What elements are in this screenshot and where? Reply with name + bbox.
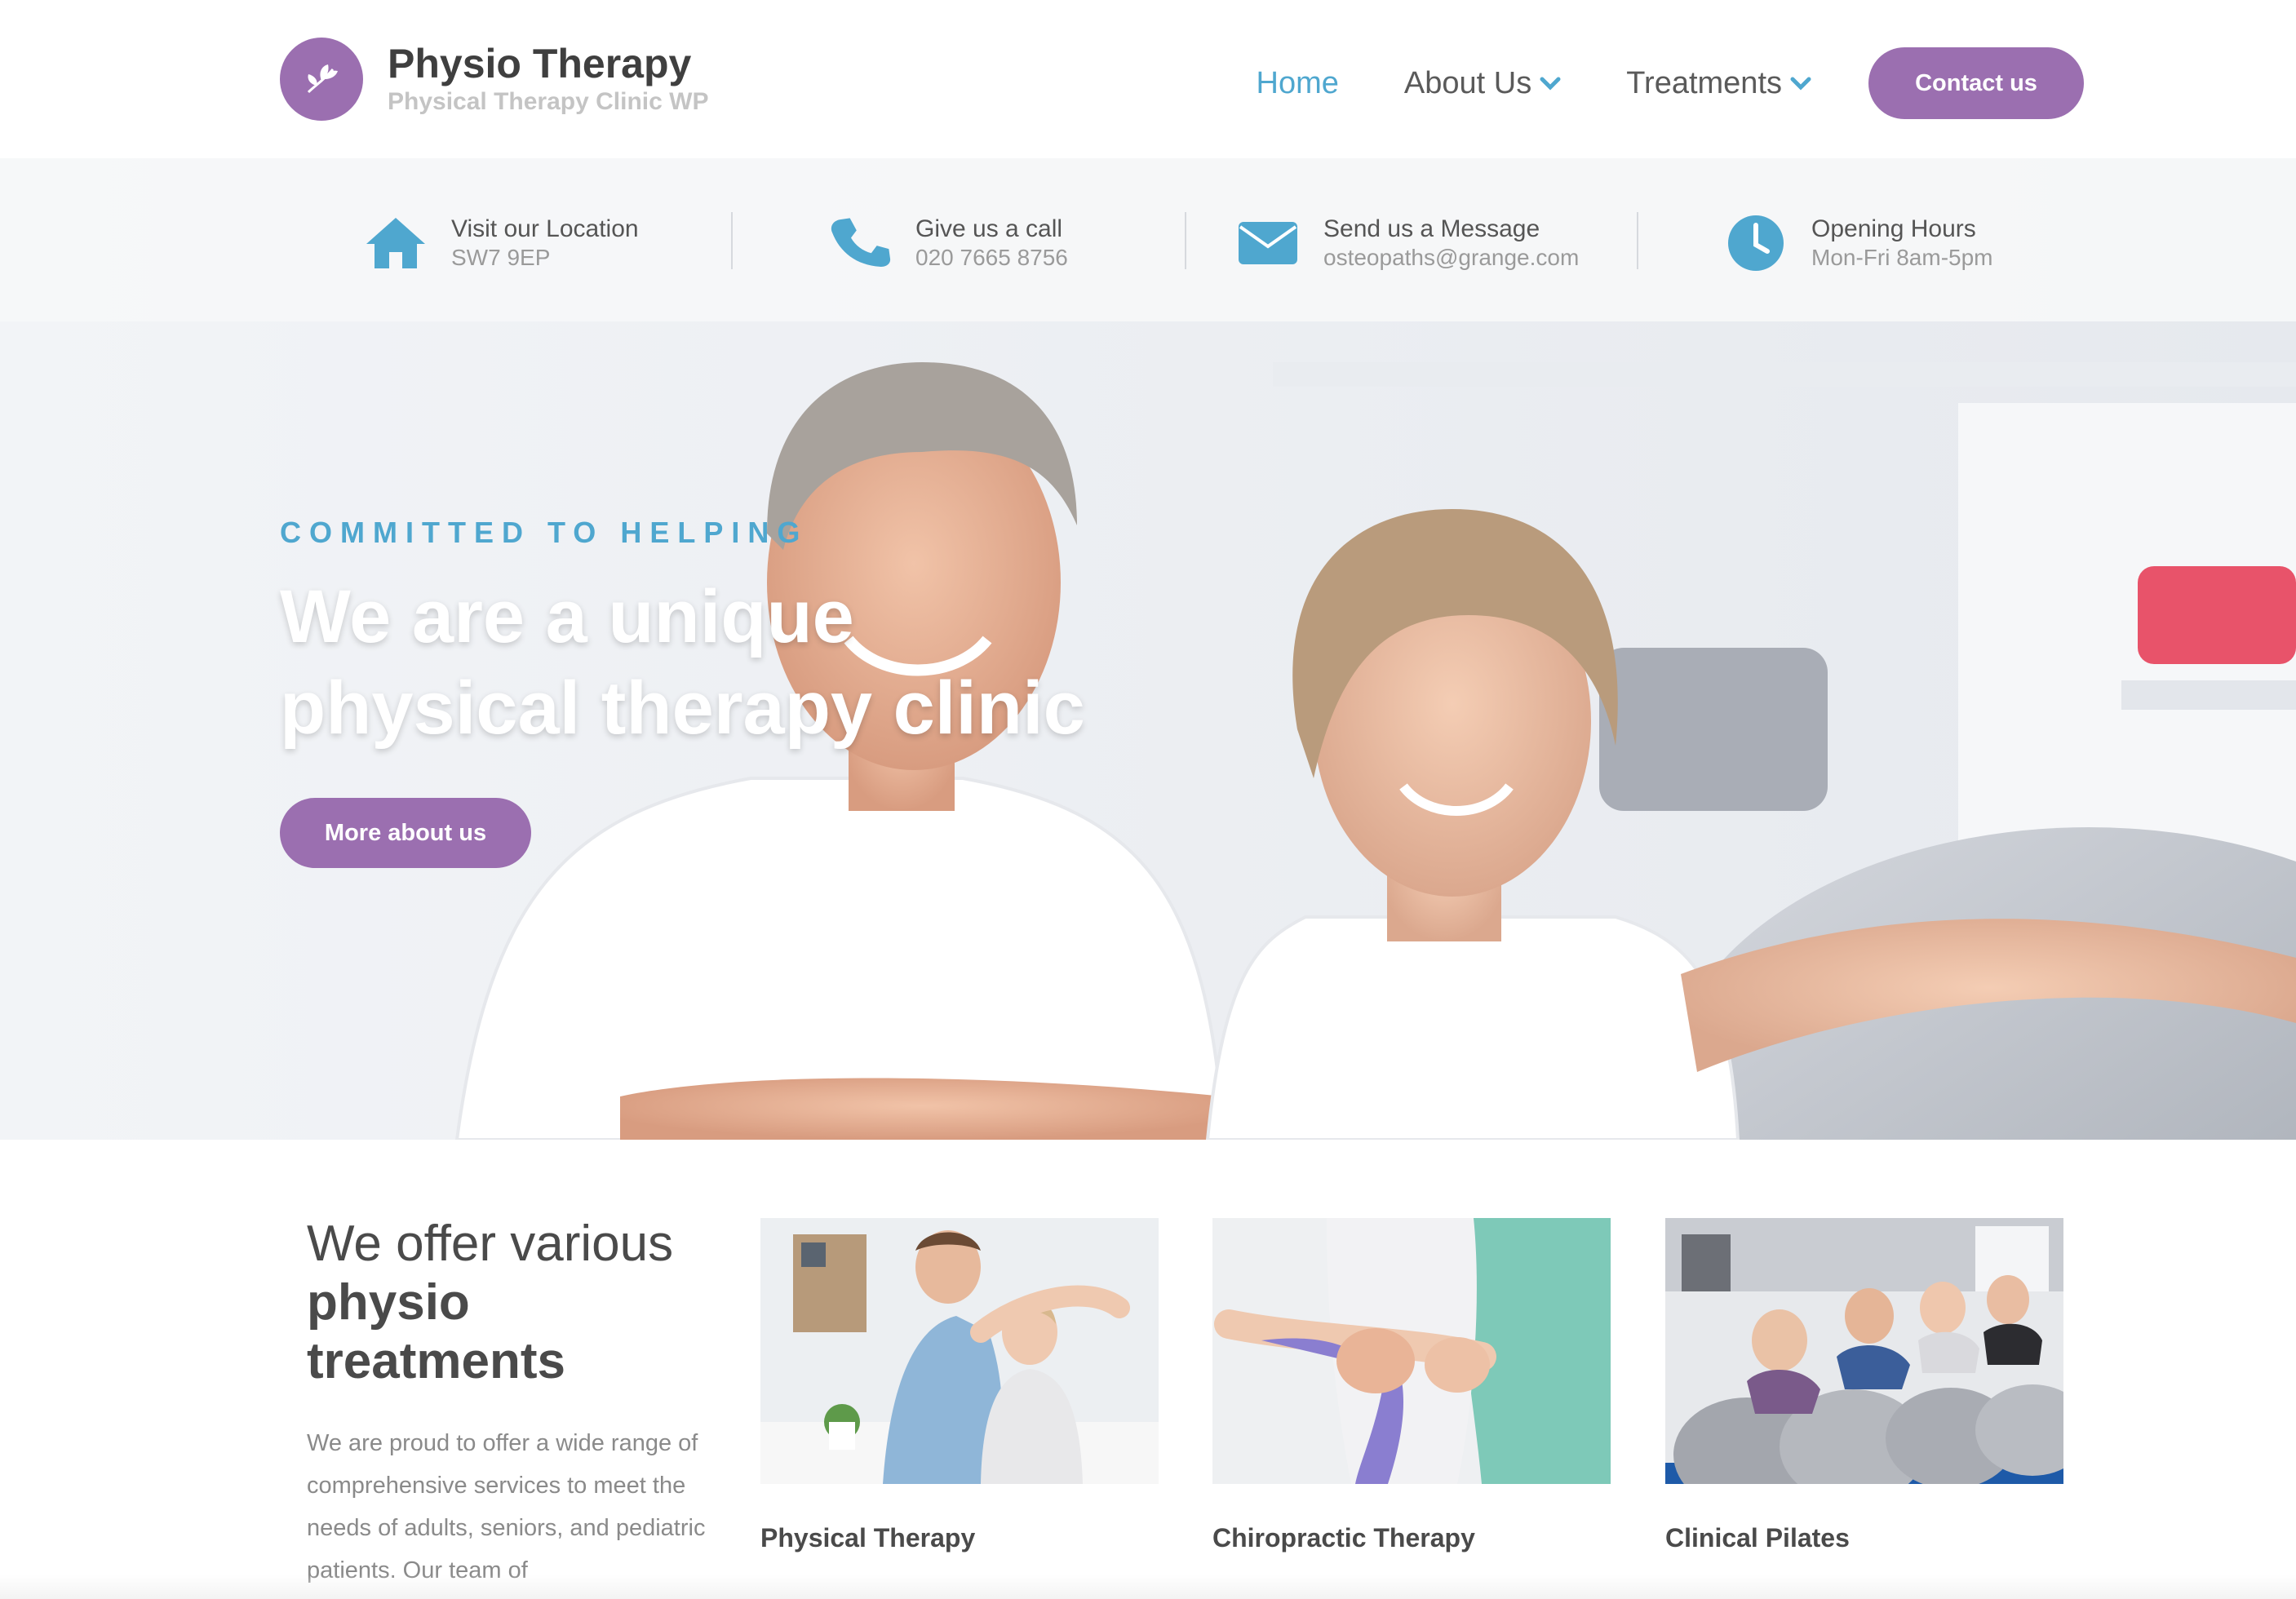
- brand-logo[interactable]: Physio Therapy Physical Therapy Clinic W…: [280, 38, 708, 121]
- treatments-section: We offer various physio treatments We ar…: [0, 1140, 2296, 1599]
- nav-home-label: Home: [1256, 65, 1339, 100]
- treatment-card-title[interactable]: Clinical Pilates: [1665, 1523, 2063, 1553]
- clock-icon: [1722, 209, 1790, 277]
- info-location[interactable]: Visit our Location SW7 9EP: [361, 209, 639, 277]
- treatments-description: We are proud to offer a wide range of co…: [307, 1430, 706, 1583]
- info-hours-value: Mon-Fri 8am-5pm: [1811, 245, 1993, 270]
- treatments-heading-light: We offer various: [307, 1216, 674, 1272]
- more-about-us-button[interactable]: More about us: [280, 798, 531, 868]
- treatment-image[interactable]: [760, 1218, 1159, 1484]
- hero-title-line1: We are a unique: [280, 575, 854, 658]
- info-phone-value: 020 7665 8756: [915, 245, 1068, 270]
- info-hours-title: Opening Hours: [1811, 215, 1976, 242]
- leaf-logo-icon: [280, 38, 363, 121]
- treatments-heading: We offer various physio treatments: [307, 1215, 673, 1391]
- info-location-value: SW7 9EP: [451, 245, 551, 270]
- treatment-image[interactable]: [1665, 1218, 2063, 1484]
- treatments-heading-bold1: physio: [307, 1274, 470, 1331]
- treatment-card-title[interactable]: Physical Therapy: [760, 1523, 1159, 1553]
- info-phone-title: Give us a call: [915, 215, 1063, 242]
- nav-about-us[interactable]: About Us: [1404, 66, 1561, 101]
- info-hours[interactable]: Opening Hours Mon-Fri 8am-5pm: [1722, 209, 1992, 277]
- treatment-image[interactable]: [1212, 1218, 1611, 1484]
- treatments-heading-bold2: treatments: [307, 1333, 565, 1389]
- treatment-card-physical[interactable]: Physical Therapy: [760, 1218, 1159, 1553]
- treatment-card-pilates[interactable]: Clinical Pilates: [1665, 1218, 2063, 1553]
- hero-eyebrow: COMMITTED TO HELPING: [280, 516, 809, 549]
- treatment-card-chiropractic[interactable]: Chiropractic Therapy: [1212, 1218, 1611, 1553]
- hero-title-line2: physical therapy clinic: [280, 667, 1085, 750]
- hero-title: We are a unique physical therapy clinic: [280, 571, 1085, 754]
- divider: [1185, 212, 1186, 269]
- home-icon: [361, 209, 430, 277]
- divider: [1637, 212, 1638, 269]
- info-phone[interactable]: Give us a call 020 7665 8756: [826, 209, 1068, 277]
- info-email[interactable]: Send us a Message osteopaths@grange.com: [1234, 209, 1579, 277]
- phone-icon: [826, 209, 894, 277]
- nav-treatments-label: Treatments: [1626, 65, 1782, 100]
- divider: [731, 212, 733, 269]
- brand-title: Physio Therapy: [388, 41, 692, 86]
- main-nav: Home About Us Treatments Contact us: [1257, 47, 2084, 119]
- treatment-card-title[interactable]: Chiropractic Therapy: [1212, 1523, 1611, 1553]
- nav-home[interactable]: Home: [1257, 66, 1339, 101]
- info-location-title: Visit our Location: [451, 215, 639, 242]
- contact-info-bar: Visit our Location SW7 9EP Give us a cal…: [0, 158, 2296, 321]
- brand-subtitle: Physical Therapy Clinic WP: [388, 88, 709, 115]
- chevron-down-icon: [1790, 76, 1811, 91]
- info-email-title: Send us a Message: [1323, 215, 1540, 242]
- site-header: Physio Therapy Physical Therapy Clinic W…: [0, 0, 2296, 158]
- nav-treatments[interactable]: Treatments: [1626, 66, 1811, 101]
- bottom-fade: [0, 1575, 2296, 1599]
- chevron-down-icon: [1540, 76, 1561, 91]
- envelope-icon: [1234, 209, 1302, 277]
- nav-about-label: About Us: [1403, 65, 1532, 100]
- contact-us-button[interactable]: Contact us: [1868, 47, 2084, 119]
- info-email-value: osteopaths@grange.com: [1323, 245, 1580, 270]
